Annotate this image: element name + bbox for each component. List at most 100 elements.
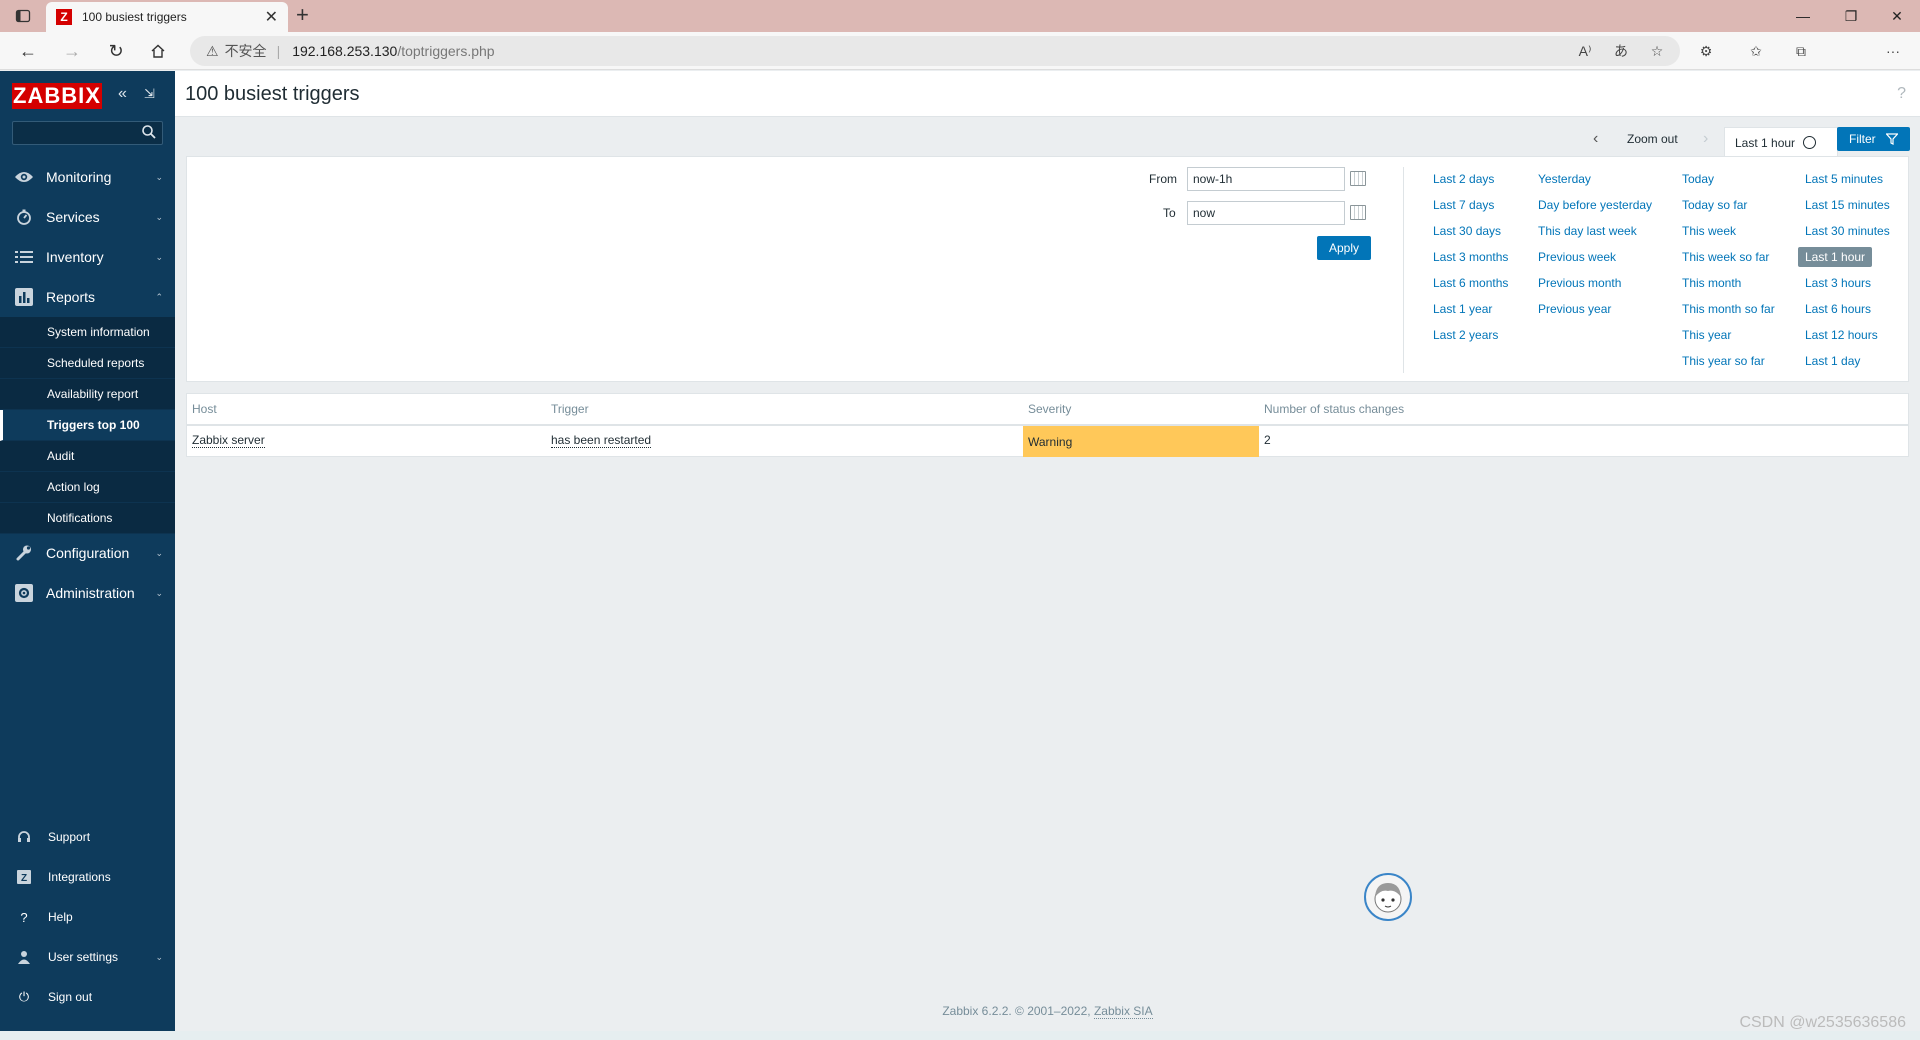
- submenu-notifications[interactable]: Notifications: [0, 503, 175, 534]
- next-period-icon[interactable]: ›: [1703, 127, 1708, 151]
- from-calendar-icon[interactable]: [1350, 171, 1366, 186]
- quick-range-link[interactable]: This year so far: [1682, 354, 1765, 368]
- to-input[interactable]: now: [1187, 201, 1345, 225]
- submenu-action-log[interactable]: Action log: [0, 472, 175, 503]
- submenu-triggers-top-100[interactable]: Triggers top 100: [0, 410, 175, 441]
- menu-sign-out[interactable]: ⏻ Sign out: [0, 977, 175, 1017]
- menu-support[interactable]: Support: [0, 817, 175, 857]
- quick-range-link[interactable]: This week: [1682, 224, 1736, 238]
- quick-range-link[interactable]: Last 2 years: [1433, 328, 1498, 342]
- quick-range-link[interactable]: Previous week: [1538, 250, 1616, 264]
- column-header-host[interactable]: Host: [192, 402, 217, 416]
- submenu-system-information[interactable]: System information: [0, 317, 175, 348]
- to-calendar-icon[interactable]: [1350, 205, 1366, 220]
- quick-range-link[interactable]: Last 12 hours: [1805, 328, 1878, 342]
- quick-range-link[interactable]: Last 6 hours: [1805, 302, 1871, 316]
- home-icon[interactable]: [144, 38, 172, 64]
- refresh-icon[interactable]: ↻: [102, 38, 130, 64]
- quick-range-link[interactable]: Previous year: [1538, 302, 1611, 316]
- chevron-down-icon: ⌄: [155, 171, 163, 182]
- filter-icon: [1885, 133, 1898, 145]
- help-icon[interactable]: ?: [1897, 85, 1906, 103]
- menu-inventory[interactable]: Inventory ⌄: [0, 237, 175, 277]
- quick-range-link[interactable]: This year: [1682, 328, 1731, 342]
- tab-actions-button[interactable]: [14, 7, 32, 25]
- search-icon[interactable]: [141, 124, 157, 140]
- translate-icon[interactable]: あ: [1610, 40, 1632, 62]
- extensions-icon[interactable]: ⚙: [1695, 40, 1717, 62]
- tab-close-icon[interactable]: ✕: [265, 7, 278, 27]
- quick-range-link[interactable]: Last 7 days: [1433, 198, 1494, 212]
- quick-range-link[interactable]: This day last week: [1538, 224, 1637, 238]
- window-close-icon[interactable]: ✕: [1874, 0, 1920, 32]
- quick-range-link[interactable]: Last 1 hour: [1798, 247, 1873, 267]
- bottom-strip: [0, 1031, 1920, 1040]
- menu-integrations[interactable]: Z Integrations: [0, 857, 175, 897]
- menu-configuration[interactable]: Configuration ⌄: [0, 533, 175, 573]
- favorite-add-icon[interactable]: ☆: [1646, 40, 1668, 62]
- footer-copyright: Zabbix 6.2.2. © 2001–2022,: [942, 1004, 1094, 1018]
- trigger-link[interactable]: has been restarted: [551, 433, 652, 448]
- host-link[interactable]: Zabbix server: [192, 433, 265, 448]
- quick-range-link[interactable]: Day before yesterday: [1538, 198, 1652, 212]
- menu-help[interactable]: ? Help: [0, 897, 175, 937]
- quick-range-link[interactable]: Last 1 day: [1805, 354, 1860, 368]
- submenu-scheduled-reports[interactable]: Scheduled reports: [0, 348, 175, 379]
- from-input[interactable]: now-1h: [1187, 167, 1345, 191]
- zoom-out-button[interactable]: Zoom out: [1627, 127, 1678, 151]
- quick-range-link[interactable]: Last 30 minutes: [1805, 224, 1890, 238]
- menu-reports[interactable]: Reports ⌃: [0, 277, 175, 317]
- submenu-audit[interactable]: Audit: [0, 441, 175, 472]
- previous-period-icon[interactable]: ‹: [1593, 127, 1598, 151]
- favorites-icon[interactable]: ✩: [1745, 40, 1767, 62]
- read-aloud-icon[interactable]: A⁾: [1574, 40, 1596, 62]
- quick-range-link[interactable]: This month so far: [1682, 302, 1775, 316]
- quick-range-link[interactable]: Last 3 months: [1433, 250, 1508, 264]
- quick-range-link[interactable]: Last 5 minutes: [1805, 172, 1883, 186]
- collapse-sidebar-icon[interactable]: «: [118, 85, 127, 103]
- quick-range-link[interactable]: Last 15 minutes: [1805, 198, 1890, 212]
- back-icon[interactable]: ←: [14, 38, 42, 64]
- filter-tab[interactable]: Filter: [1837, 127, 1910, 151]
- menu-monitoring[interactable]: Monitoring ⌄: [0, 157, 175, 197]
- status-changes-value: 2: [1264, 433, 1271, 447]
- address-bar[interactable]: ⚠ 不安全 | 192.168.253.130 /toptriggers.php: [190, 36, 1680, 66]
- tab-title: 100 busiest triggers: [82, 10, 187, 24]
- integrations-icon: Z: [16, 870, 32, 884]
- restore-icon[interactable]: ❐: [1828, 0, 1874, 32]
- minimize-icon[interactable]: —: [1780, 0, 1826, 32]
- quick-range-link[interactable]: Yesterday: [1538, 172, 1591, 186]
- new-tab-icon[interactable]: +: [296, 4, 309, 26]
- menu-services[interactable]: Services ⌄: [0, 197, 175, 237]
- browser-tab[interactable]: Z 100 busiest triggers ✕: [46, 2, 288, 32]
- chevron-down-icon: ⌄: [155, 951, 163, 962]
- time-period-tab[interactable]: Last 1 hour: [1724, 127, 1838, 157]
- quick-range-link[interactable]: Last 6 months: [1433, 276, 1508, 290]
- submenu-availability-report[interactable]: Availability report: [0, 379, 175, 410]
- forward-icon[interactable]: →: [58, 38, 86, 64]
- more-icon[interactable]: ···: [1882, 40, 1904, 62]
- kiosk-mode-icon[interactable]: ⇲: [144, 86, 155, 102]
- column-header-status-changes[interactable]: Number of status changes: [1264, 402, 1404, 416]
- collections-icon[interactable]: ⧉: [1790, 40, 1812, 62]
- column-header-severity[interactable]: Severity: [1028, 402, 1071, 416]
- quick-range-link[interactable]: Last 3 hours: [1805, 276, 1871, 290]
- quick-range-link[interactable]: Today: [1682, 172, 1714, 186]
- quick-range-link[interactable]: Last 2 days: [1433, 172, 1494, 186]
- quick-range-link[interactable]: This month: [1682, 276, 1741, 290]
- zabbix-sia-link[interactable]: Zabbix SIA: [1093, 1004, 1153, 1019]
- quick-range-link[interactable]: Last 30 days: [1433, 224, 1501, 238]
- column-header-trigger[interactable]: Trigger: [551, 402, 589, 416]
- quick-range-link[interactable]: Last 1 year: [1433, 302, 1492, 316]
- floating-assistant-avatar[interactable]: [1364, 873, 1412, 921]
- quick-range-link[interactable]: Previous month: [1538, 276, 1621, 290]
- quick-range-link[interactable]: This week so far: [1682, 250, 1769, 264]
- quick-range-link[interactable]: Today so far: [1682, 198, 1747, 212]
- apply-button[interactable]: Apply: [1317, 236, 1371, 260]
- sidebar-search-input[interactable]: [12, 121, 163, 145]
- menu-user-settings[interactable]: User settings ⌄: [0, 937, 175, 977]
- menu-administration[interactable]: Administration ⌄: [0, 573, 175, 613]
- browser-titlebar: Z 100 busiest triggers ✕ + — ❐ ✕: [0, 0, 1920, 32]
- url-separator: |: [276, 43, 281, 59]
- zabbix-logo[interactable]: ZABBIX: [12, 83, 102, 109]
